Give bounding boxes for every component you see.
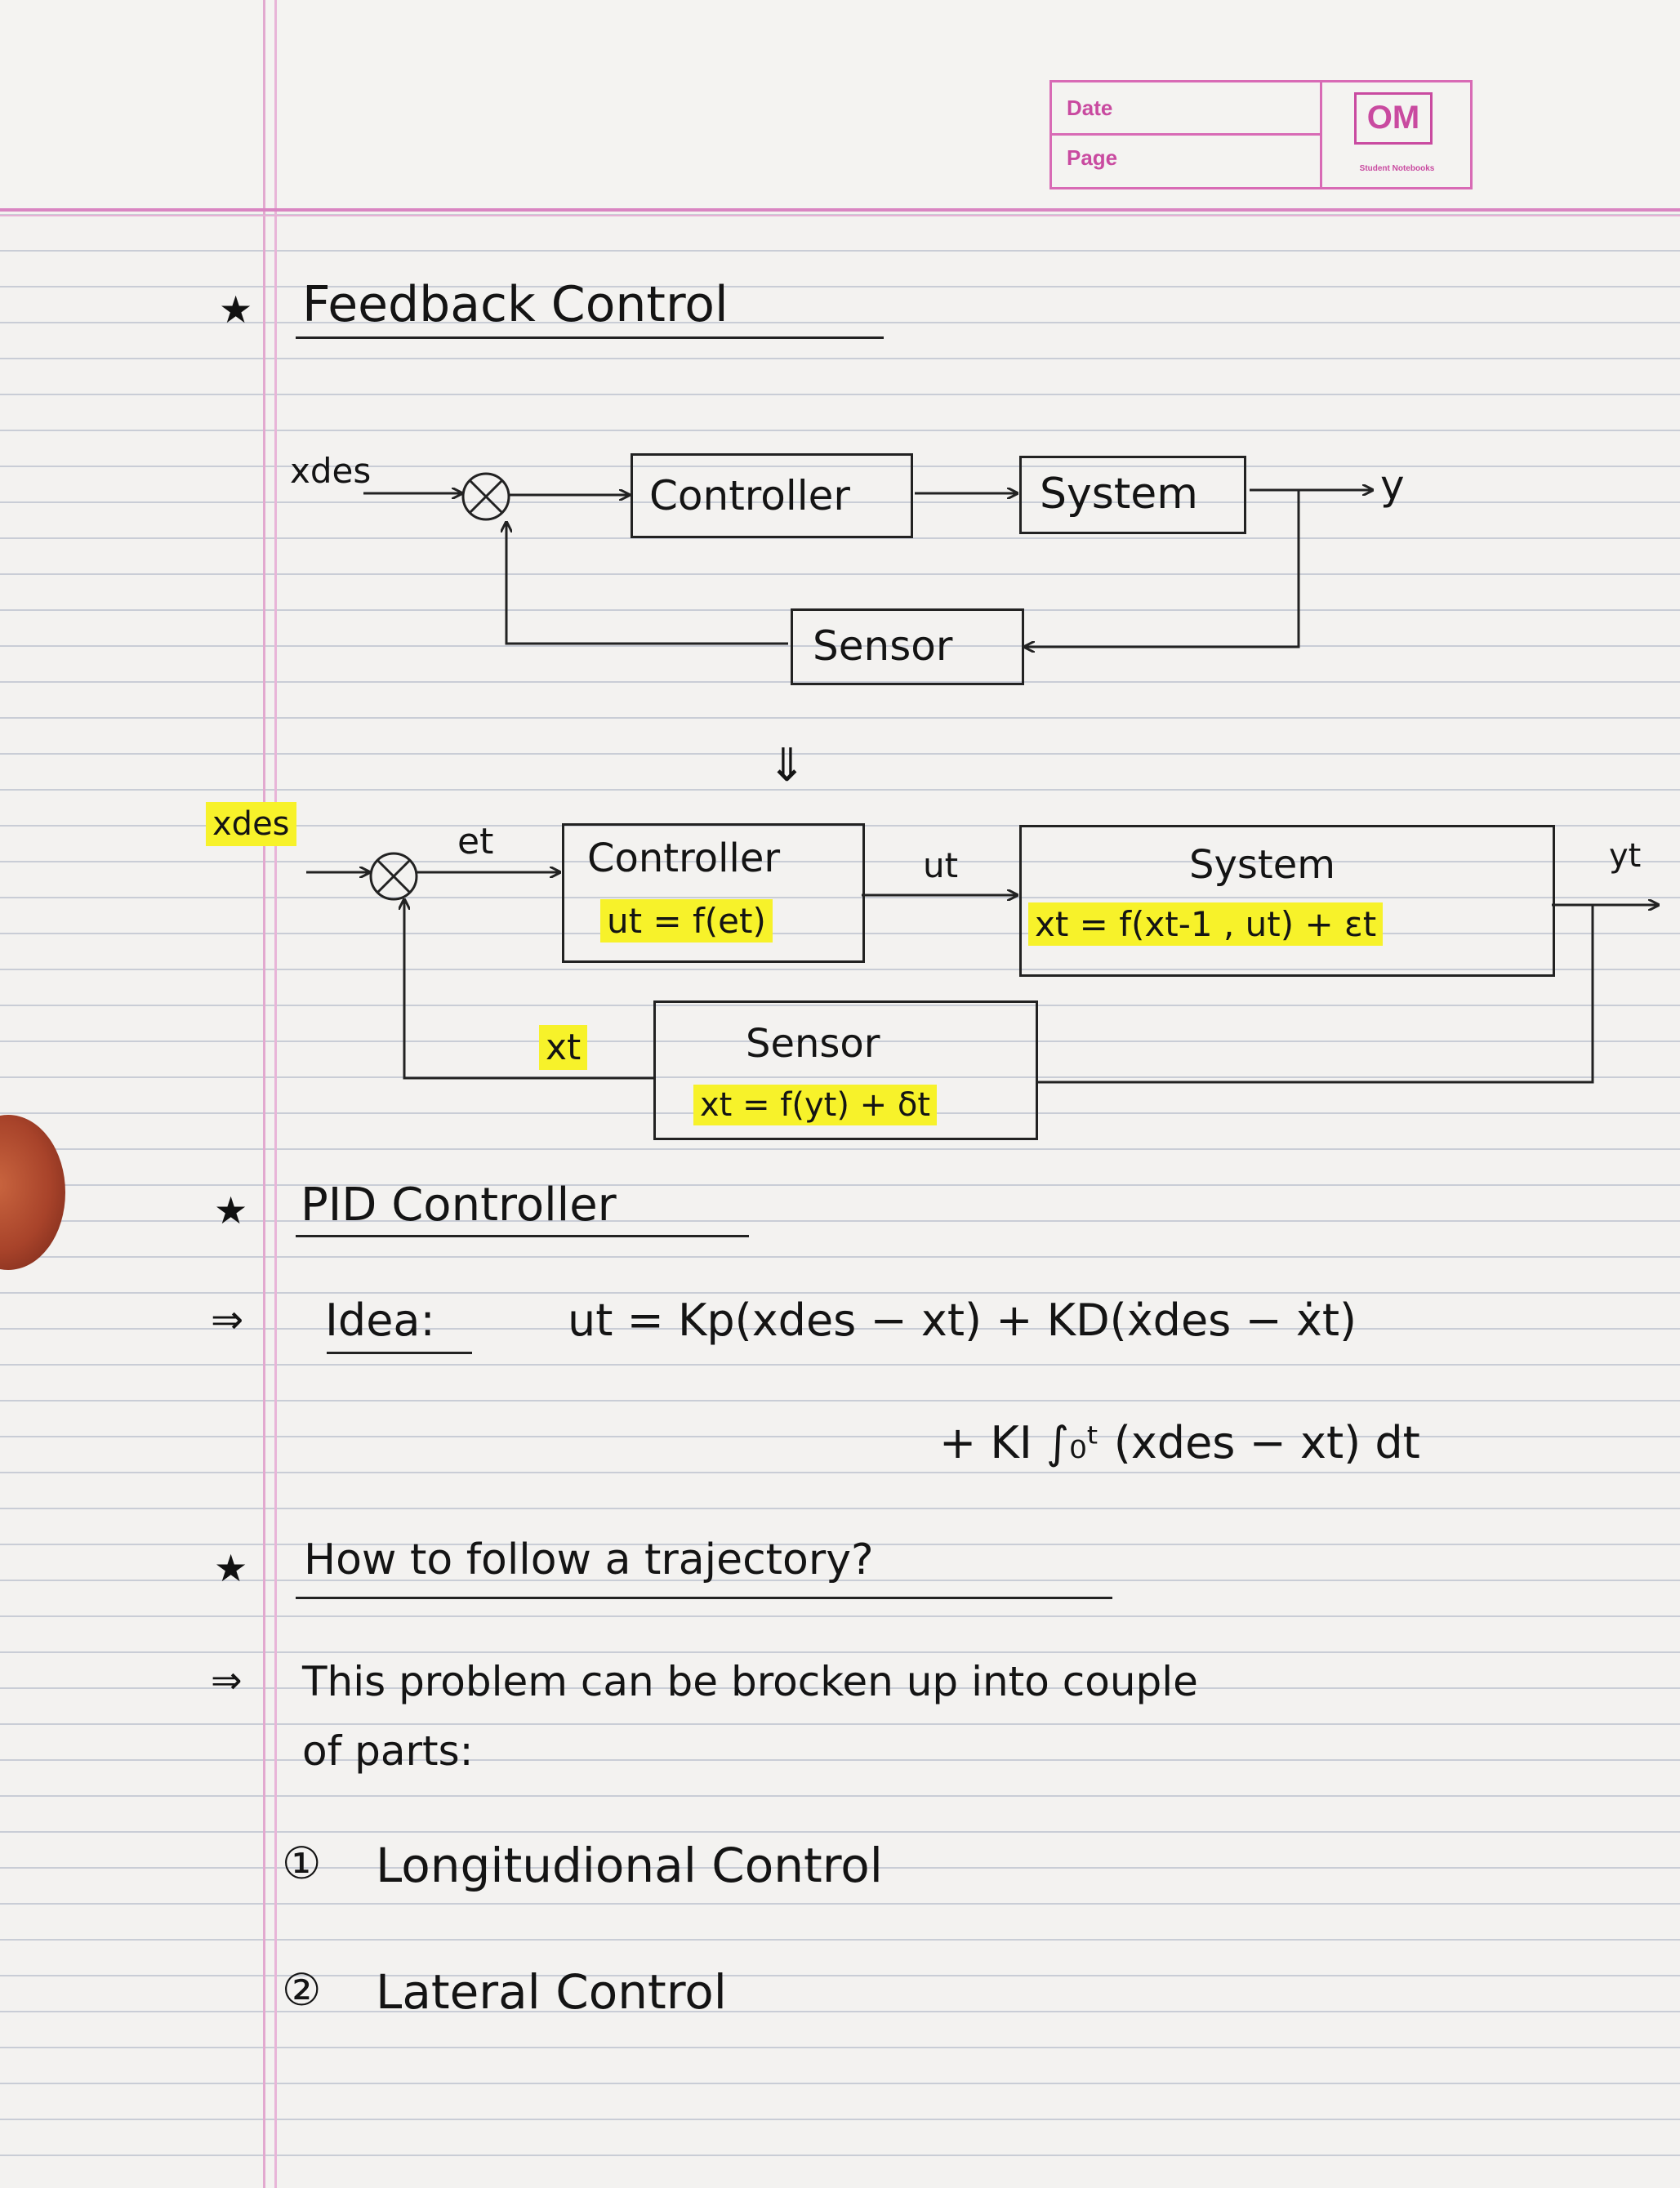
d2-feedback-label: xt — [539, 1025, 588, 1070]
heading-underline — [296, 1597, 1112, 1599]
trajectory-sentence-line1: This problem can be brocken up into coup… — [302, 1658, 1198, 1705]
d1-controller-box: Controller — [631, 453, 913, 538]
d2-system-title: System — [1189, 842, 1335, 888]
d1-system-box: System — [1019, 456, 1246, 534]
numbered-circle-1-icon: ① — [282, 1838, 322, 1889]
implies-arrow-icon: ⇒ — [211, 1297, 244, 1343]
d2-control-signal-label: ut — [923, 845, 959, 885]
d1-input-label: xdes — [290, 451, 372, 491]
notebook-page: Date Page OM Student Notebooks ★ Feedbac… — [0, 0, 1680, 2188]
d2-output-label: yt — [1609, 837, 1642, 875]
d1-sensor-label: Sensor — [813, 622, 953, 670]
transform-arrow-icon: ⇓ — [768, 739, 806, 792]
d2-sensor-eq: xt = f(yt) + δt — [693, 1085, 938, 1125]
implies-arrow-icon: ⇒ — [211, 1658, 243, 1702]
bullet-star-icon: ★ — [214, 1546, 248, 1590]
pid-equation-line2: + KI ∫₀ᵗ (xdes − xt) dt — [939, 1417, 1420, 1468]
bullet-star-icon: ★ — [214, 1188, 248, 1232]
heading-pid-controller: PID Controller — [301, 1179, 617, 1232]
d1-sensor-box: Sensor — [791, 608, 1024, 685]
d1-output-label: y — [1380, 461, 1405, 509]
d2-controller-title: Controller — [587, 836, 781, 881]
d2-input-label: xdes — [206, 802, 296, 846]
numbered-circle-2-icon: ② — [282, 1964, 322, 2016]
heading-trajectory: How to follow a trajectory? — [304, 1535, 874, 1584]
d2-controller-eq: ut = f(et) — [600, 899, 773, 942]
d1-controller-label: Controller — [649, 472, 850, 519]
d2-controller-box: Controller ut = f(et) — [562, 823, 865, 963]
idea-underline — [327, 1352, 472, 1354]
d2-sensor-title: Sensor — [746, 1021, 880, 1067]
d1-system-label: System — [1040, 470, 1198, 519]
d2-system-box: System xt = f(xt-1 , ut) + εt — [1019, 825, 1555, 977]
d2-system-eq: xt = f(xt-1 , ut) + εt — [1028, 902, 1384, 946]
list-item: Lateral Control — [376, 1964, 727, 2020]
heading-underline — [296, 1235, 749, 1237]
d2-error-label: et — [457, 821, 494, 862]
d2-sensor-box: Sensor xt = f(yt) + δt — [653, 1000, 1038, 1140]
trajectory-sentence-line2: of parts: — [302, 1727, 474, 1775]
list-item: Longitudional Control — [376, 1838, 883, 1893]
idea-label: Idea: — [325, 1295, 435, 1346]
pid-equation-line1: ut = Kp(xdes − xt) + KD(ẋdes − ẋt) — [568, 1295, 1357, 1346]
